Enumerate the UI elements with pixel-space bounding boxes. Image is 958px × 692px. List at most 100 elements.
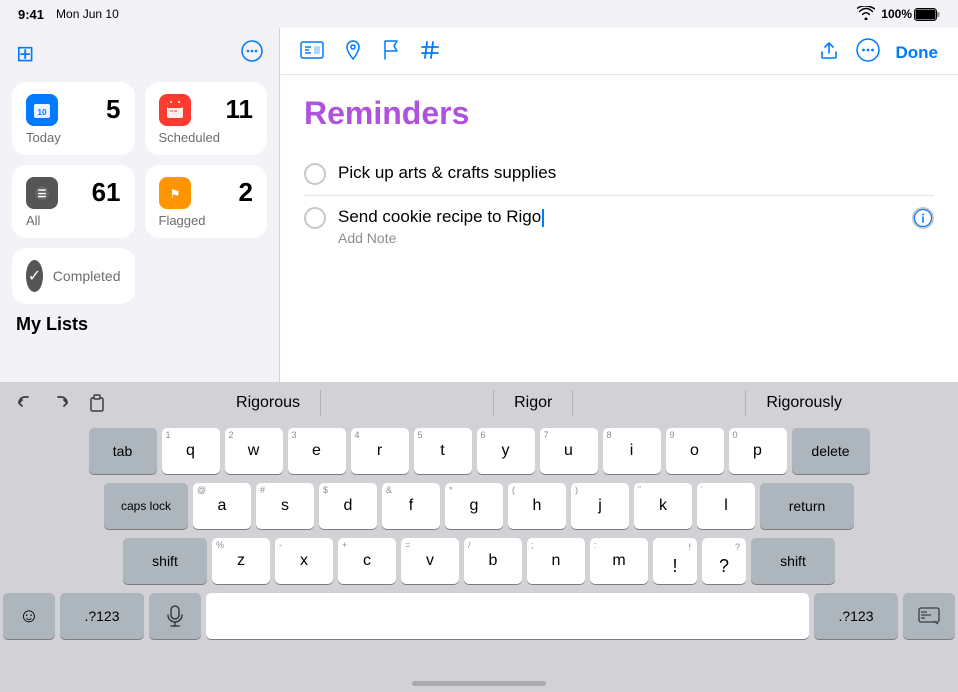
- key-exclaim[interactable]: ! !: [653, 538, 697, 584]
- reminder-note-2[interactable]: Add Note: [338, 230, 900, 246]
- reminder-text-1: Pick up arts & crafts supplies: [338, 162, 934, 184]
- more-icon[interactable]: [856, 38, 880, 68]
- keyboard-dismiss-key[interactable]: [903, 593, 955, 639]
- shift-right-key[interactable]: shift: [751, 538, 835, 584]
- key-b[interactable]: /b: [464, 538, 522, 584]
- all-label: All: [26, 213, 121, 228]
- status-time: 9:41: [18, 7, 44, 22]
- key-o[interactable]: 9o: [666, 428, 724, 474]
- reminder-checkbox-2[interactable]: [304, 207, 326, 229]
- toolbar: Done: [280, 28, 958, 75]
- text-cursor: [542, 209, 544, 227]
- key-c[interactable]: +c: [338, 538, 396, 584]
- suggestion-3[interactable]: Rigorously: [745, 390, 862, 416]
- key-k[interactable]: "k: [634, 483, 692, 529]
- scheduled-icon: [159, 94, 191, 126]
- numbers-right-key[interactable]: .?123: [814, 593, 898, 639]
- key-question[interactable]: ? ?: [702, 538, 746, 584]
- done-button[interactable]: Done: [896, 43, 939, 63]
- key-y[interactable]: 6y: [477, 428, 535, 474]
- keyboard-keys: tab 1q 2w 3e 4r 5t 6y 7u: [0, 424, 958, 643]
- key-a[interactable]: @a: [193, 483, 251, 529]
- sidebar-header: ⊞: [12, 40, 267, 68]
- undo-icon[interactable]: [10, 388, 40, 418]
- key-x[interactable]: -x: [275, 538, 333, 584]
- key-f[interactable]: &f: [382, 483, 440, 529]
- flagged-label: Flagged: [159, 213, 254, 228]
- smart-list-flagged[interactable]: ⚑ 2 Flagged: [145, 165, 268, 238]
- key-n[interactable]: ;n: [527, 538, 585, 584]
- key-l[interactable]: 'l: [697, 483, 755, 529]
- key-row-4: ☺ .?123 .?123: [3, 593, 955, 639]
- svg-text:⚑: ⚑: [169, 187, 180, 201]
- numbers-left-key[interactable]: .?123: [60, 593, 144, 639]
- completed-icon: ✓: [26, 260, 43, 292]
- predictive-bar: Rigorous Rigor Rigorously: [0, 382, 958, 424]
- key-r[interactable]: 4r: [351, 428, 409, 474]
- key-t[interactable]: 5t: [414, 428, 472, 474]
- key-d[interactable]: $d: [319, 483, 377, 529]
- space-key[interactable]: [206, 593, 809, 639]
- key-z[interactable]: %z: [212, 538, 270, 584]
- key-v[interactable]: =v: [401, 538, 459, 584]
- location-icon[interactable]: [344, 39, 362, 67]
- return-key[interactable]: return: [760, 483, 854, 529]
- all-count: 61: [92, 177, 121, 208]
- completed-label: Completed: [53, 268, 121, 284]
- scheduled-label: Scheduled: [159, 130, 254, 145]
- today-label: Today: [26, 130, 121, 145]
- smart-list-today[interactable]: 10 5 Today: [12, 82, 135, 155]
- key-m[interactable]: :m: [590, 538, 648, 584]
- reminder-item-2[interactable]: Send cookie recipe to Rigo Add Note: [304, 196, 934, 256]
- smart-lists-grid: 10 5 Today: [12, 82, 267, 238]
- key-row-1: tab 1q 2w 3e 4r 5t 6y 7u: [3, 428, 955, 474]
- key-i[interactable]: 8i: [603, 428, 661, 474]
- paste-icon[interactable]: [82, 388, 112, 418]
- home-indicator: [412, 681, 546, 686]
- hash-icon[interactable]: [420, 40, 440, 66]
- reminder-item-1[interactable]: Pick up arts & crafts supplies: [304, 152, 934, 196]
- delete-key[interactable]: delete: [792, 428, 870, 474]
- key-row-2: caps lock @a #s $d &f *g (h )j: [3, 483, 955, 529]
- scheduled-count: 11: [226, 94, 254, 125]
- key-g[interactable]: *g: [445, 483, 503, 529]
- sidebar-toggle-icon[interactable]: ⊞: [16, 41, 34, 67]
- today-count: 5: [106, 94, 120, 125]
- suggestion-1[interactable]: Rigorous: [216, 390, 321, 416]
- reminder-text-2: Send cookie recipe to Rigo: [338, 206, 900, 228]
- sidebar-more-icon[interactable]: [241, 40, 263, 68]
- status-date: Mon Jun 10: [56, 7, 119, 21]
- emoji-key[interactable]: ☺: [3, 593, 55, 639]
- key-s[interactable]: #s: [256, 483, 314, 529]
- flagged-icon: ⚑: [159, 177, 191, 209]
- smart-list-scheduled[interactable]: 11 Scheduled: [145, 82, 268, 155]
- status-bar: 9:41 Mon Jun 10 100%: [0, 0, 958, 28]
- key-h[interactable]: (h: [508, 483, 566, 529]
- reminder-info-button-2[interactable]: [912, 207, 934, 229]
- svg-text:☰: ☰: [38, 189, 47, 200]
- share-icon[interactable]: [818, 39, 840, 67]
- mic-key[interactable]: [149, 593, 201, 639]
- keyboard: Rigorous Rigor Rigorously tab 1q 2w 3e 4…: [0, 382, 958, 692]
- key-q[interactable]: 1q: [162, 428, 220, 474]
- scan-icon[interactable]: [300, 40, 324, 66]
- reminder-checkbox-1[interactable]: [304, 163, 326, 185]
- capslock-key[interactable]: caps lock: [104, 483, 188, 529]
- key-p[interactable]: 0p: [729, 428, 787, 474]
- key-e[interactable]: 3e: [288, 428, 346, 474]
- key-w[interactable]: 2w: [225, 428, 283, 474]
- predictive-suggestions: Rigorous Rigor Rigorously: [130, 390, 948, 416]
- suggestion-2[interactable]: Rigor: [493, 390, 573, 416]
- my-lists-label: My Lists: [12, 304, 267, 335]
- reminders-title: Reminders: [304, 95, 934, 132]
- shift-left-key[interactable]: shift: [123, 538, 207, 584]
- key-j[interactable]: )j: [571, 483, 629, 529]
- key-u[interactable]: 7u: [540, 428, 598, 474]
- smart-list-completed[interactable]: ✓ Completed: [12, 248, 135, 304]
- redo-icon[interactable]: [46, 388, 76, 418]
- today-icon: 10: [26, 94, 58, 126]
- key-row-3: shift %z -x +c =v /b ;n :m: [3, 538, 955, 584]
- tab-key[interactable]: tab: [89, 428, 157, 474]
- smart-list-all[interactable]: ☰ 61 All: [12, 165, 135, 238]
- flag-icon[interactable]: [382, 39, 400, 67]
